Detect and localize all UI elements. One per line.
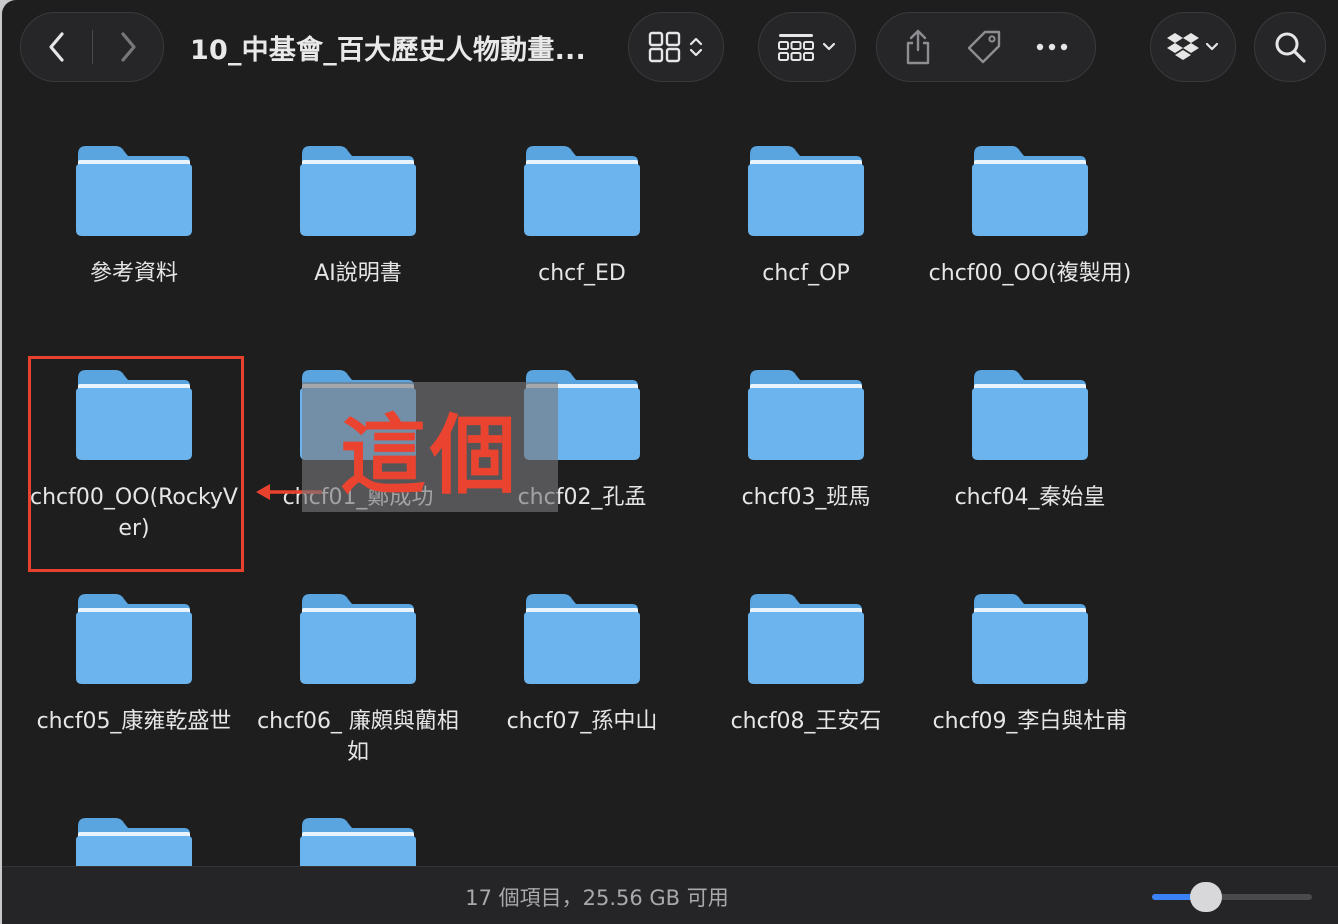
folder-item[interactable]: chcf_ED bbox=[470, 142, 694, 289]
folder-icon bbox=[748, 146, 864, 236]
status-bar: 17 個項目，25.56 GB 可用 bbox=[2, 866, 1338, 924]
folder-item[interactable]: chcf05_康雍乾盛世 bbox=[22, 590, 246, 737]
chevron-left-icon bbox=[48, 32, 64, 62]
ellipsis-icon[interactable] bbox=[1035, 42, 1069, 52]
folder-item[interactable]: chcf03_班馬 bbox=[694, 366, 918, 513]
folder-item[interactable]: chcf07_孫中山 bbox=[470, 590, 694, 737]
folder-item[interactable]: AI說明書 bbox=[246, 142, 470, 289]
folder-item[interactable]: chcf04_秦始皇 bbox=[918, 366, 1142, 513]
back-button[interactable] bbox=[22, 17, 92, 77]
dropbox-button[interactable] bbox=[1150, 12, 1236, 82]
folder-name: AI說明書 bbox=[314, 261, 402, 286]
folder-icon bbox=[524, 594, 640, 684]
search-button[interactable] bbox=[1254, 12, 1326, 82]
dropbox-icon bbox=[1167, 33, 1199, 60]
chevron-right-icon bbox=[120, 32, 136, 62]
share-icon[interactable] bbox=[903, 28, 933, 66]
folder-name: chcf05_康雍乾盛世 bbox=[36, 709, 232, 734]
folder-item[interactable]: chcf_OP bbox=[694, 142, 918, 289]
folder-icon bbox=[748, 370, 864, 460]
folder-name: chcf07_孫中山 bbox=[506, 709, 658, 734]
folder-item[interactable]: 參考資料 bbox=[22, 142, 246, 289]
view-mode-button[interactable] bbox=[628, 12, 724, 82]
folder-icon bbox=[300, 146, 416, 236]
search-icon bbox=[1275, 32, 1306, 63]
folder-icon bbox=[524, 146, 640, 236]
finder-window: 10_中基會_百大歷史人物動畫... 參考資料 AI說明書 chcf_ED ch… bbox=[2, 0, 1338, 924]
group-by-button[interactable] bbox=[758, 12, 856, 82]
folder-name: chcf_OP bbox=[762, 261, 850, 286]
grid-view-icon bbox=[648, 31, 681, 63]
annotation-overlay: 這個 bbox=[302, 382, 558, 512]
folder-name: chcf00_OO(複製用) bbox=[928, 261, 1132, 286]
toolbar: 10_中基會_百大歷史人物動畫... bbox=[2, 0, 1338, 96]
tag-icon[interactable] bbox=[965, 28, 1003, 66]
folder-item[interactable]: chcf09_李白與杜甫 bbox=[918, 590, 1142, 737]
updown-chevron-icon bbox=[689, 37, 703, 57]
folder-item[interactable]: chcf06_ 廉頗與藺相如 bbox=[246, 590, 470, 768]
folder-name: chcf_ED bbox=[538, 261, 626, 286]
folder-icon bbox=[972, 594, 1088, 684]
folder-icon bbox=[972, 370, 1088, 460]
folder-icon bbox=[76, 146, 192, 236]
window-title: 10_中基會_百大歷史人物動畫... bbox=[190, 35, 586, 66]
folder-icon bbox=[76, 594, 192, 684]
folder-name: chcf03_班馬 bbox=[741, 485, 871, 510]
annotation-highlight-box bbox=[28, 356, 244, 572]
annotation-text: 這個 bbox=[340, 405, 520, 506]
chevron-down-icon bbox=[1205, 42, 1219, 51]
folder-name: chcf06_ 廉頗與藺相如 bbox=[257, 709, 459, 765]
folder-item[interactable]: chcf00_OO(複製用) bbox=[918, 142, 1142, 289]
folder-icon bbox=[300, 594, 416, 684]
folder-item[interactable]: chcf08_王安石 bbox=[694, 590, 918, 737]
icon-size-slider[interactable] bbox=[1152, 882, 1312, 912]
folder-icon bbox=[748, 594, 864, 684]
folder-name: chcf04_秦始皇 bbox=[954, 485, 1106, 510]
slider-thumb[interactable] bbox=[1190, 882, 1222, 912]
folder-icon bbox=[972, 146, 1088, 236]
actions-group bbox=[876, 12, 1096, 82]
chevron-down-icon bbox=[822, 42, 836, 51]
forward-button[interactable] bbox=[93, 17, 163, 77]
navigation-group bbox=[20, 12, 164, 82]
group-by-icon bbox=[778, 34, 814, 61]
folder-name: chcf09_李白與杜甫 bbox=[932, 709, 1128, 734]
folder-name: chcf08_王安石 bbox=[730, 709, 882, 734]
status-text: 17 個項目，25.56 GB 可用 bbox=[465, 886, 729, 910]
folder-name: 參考資料 bbox=[89, 261, 178, 286]
